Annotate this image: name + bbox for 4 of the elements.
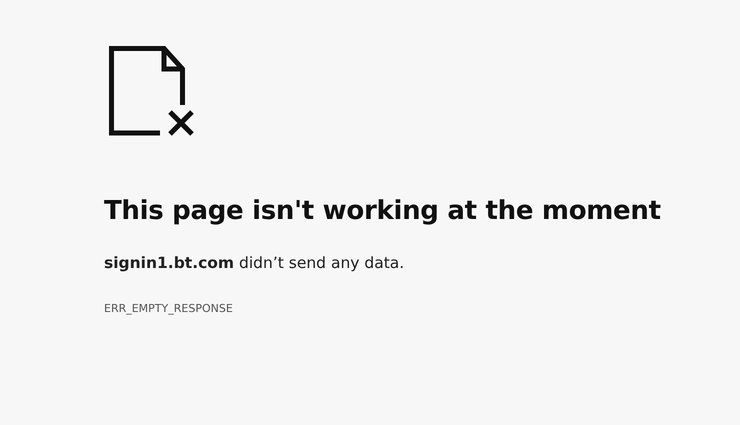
- error-message: signin1.bt.com didn’t send any data.: [104, 254, 404, 272]
- error-heading: This page isn't working at the moment: [104, 196, 661, 226]
- error-code: ERR_EMPTY_RESPONSE: [104, 302, 233, 315]
- broken-file-icon: [108, 44, 196, 138]
